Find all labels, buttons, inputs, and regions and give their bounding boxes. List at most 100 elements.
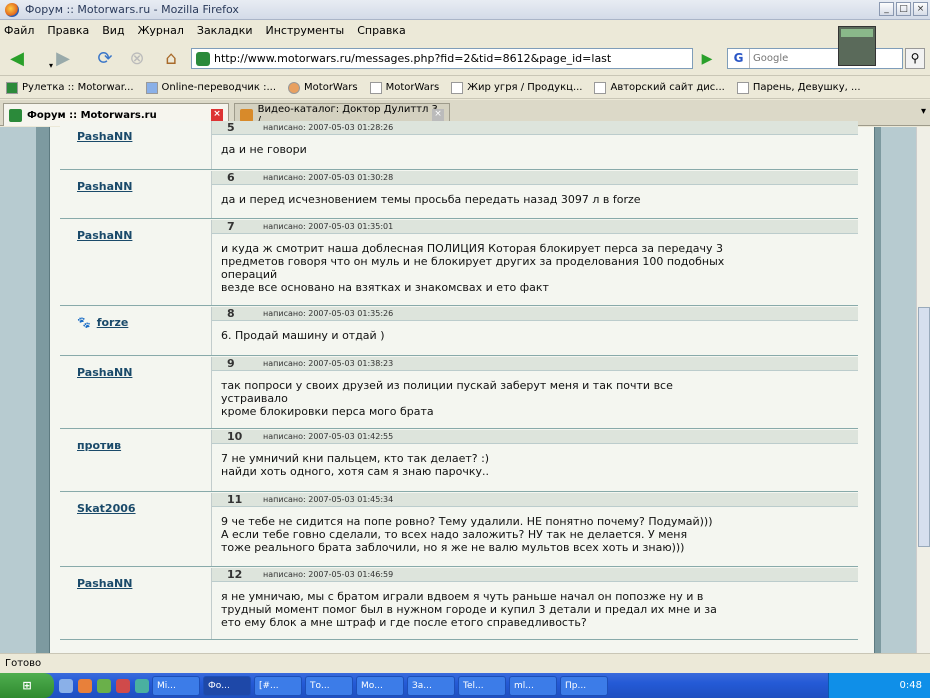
back-button[interactable]: ◀ bbox=[6, 47, 28, 69]
post-body: да и не говори bbox=[221, 143, 307, 156]
taskbar-button[interactable]: Фо... bbox=[203, 675, 251, 696]
start-button[interactable]: ⊞ bbox=[0, 673, 54, 698]
post-number: 8 bbox=[227, 307, 235, 320]
tab-list-icon[interactable]: ▾ bbox=[921, 106, 926, 117]
address-bar[interactable]: http://www.motorwars.ru/messages.php?fid… bbox=[191, 48, 693, 69]
menu-help[interactable]: Справка bbox=[357, 24, 405, 37]
bookmarks-toolbar: Рулетка :: Motorwar... Online-переводчик… bbox=[0, 77, 930, 99]
tab-favicon-icon bbox=[240, 108, 253, 122]
bookmark-item[interactable]: Online-переводчик :... bbox=[145, 81, 276, 94]
page-icon bbox=[594, 81, 607, 94]
post-body: да и перед исчезновением темы просьба пе… bbox=[221, 193, 641, 206]
post-author-link[interactable]: PashaNN bbox=[77, 180, 132, 193]
post-body: 9 че тебе не сидится на попе ровно? Тему… bbox=[221, 515, 713, 554]
bookmark-icon bbox=[145, 81, 158, 94]
bookmark-item[interactable]: MotorWars bbox=[288, 81, 358, 94]
scrollbar-thumb[interactable] bbox=[918, 307, 930, 547]
bookmark-icon bbox=[6, 81, 18, 94]
quicklaunch-icon[interactable] bbox=[78, 678, 92, 693]
address-url: http://www.motorwars.ru/messages.php?fid… bbox=[214, 52, 612, 65]
post-number: 11 bbox=[227, 493, 243, 506]
post-author-link[interactable]: PashaNN bbox=[77, 229, 132, 242]
quicklaunch-icon[interactable] bbox=[59, 678, 73, 693]
window-title: Форум :: Motorwars.ru - Mozilla Firefox bbox=[25, 3, 239, 16]
reload-button[interactable]: ⟳ bbox=[94, 47, 116, 69]
taskbar-button[interactable]: Пр... bbox=[560, 675, 608, 696]
taskbar-button[interactable]: [#... bbox=[254, 675, 302, 696]
post-author-link[interactable]: Skat2006 bbox=[77, 502, 136, 515]
system-tray: 0:48 bbox=[828, 673, 930, 698]
page-icon bbox=[369, 81, 382, 94]
post-author-link[interactable]: forze bbox=[97, 316, 129, 329]
maximize-button[interactable]: □ bbox=[896, 2, 911, 16]
bookmark-item[interactable]: Парень, Девушку, ... bbox=[736, 81, 861, 94]
menu-bookmarks[interactable]: Закладки bbox=[197, 24, 253, 37]
tab-favicon-icon bbox=[9, 108, 22, 122]
post-date: написано: 2007-05-03 01:35:26 bbox=[263, 309, 394, 318]
taskbar: ⊞ Mi... Фо... [#... То... Мо... За... Te… bbox=[0, 673, 930, 698]
forum-post: PashaNN 7 написано: 2007-05-03 01:35:01 и… bbox=[60, 220, 858, 306]
menu-history[interactable]: Журнал bbox=[138, 24, 184, 37]
post-number: 5 bbox=[227, 121, 235, 134]
forum-post: PashaNN 12 написано: 2007-05-03 01:46:59 … bbox=[60, 568, 858, 640]
vertical-scrollbar[interactable] bbox=[916, 127, 930, 653]
quicklaunch-icon[interactable] bbox=[135, 678, 149, 693]
minimize-button[interactable]: _ bbox=[879, 2, 894, 16]
quicklaunch-icon[interactable] bbox=[116, 678, 130, 693]
bookmark-item[interactable]: Жир угря / Продукц... bbox=[451, 81, 582, 94]
paw-icon: 🐾 bbox=[77, 316, 91, 329]
post-number: 9 bbox=[227, 357, 235, 370]
post-number: 10 bbox=[227, 430, 243, 443]
clock: 0:48 bbox=[899, 680, 922, 691]
quicklaunch-icon[interactable] bbox=[97, 678, 111, 693]
close-window-button[interactable]: × bbox=[913, 2, 928, 16]
bookmark-item[interactable]: MotorWars bbox=[369, 81, 439, 94]
menu-tools[interactable]: Инструменты bbox=[266, 24, 345, 37]
go-button[interactable]: ▶ bbox=[697, 48, 717, 69]
post-date: написано: 2007-05-03 01:46:59 bbox=[263, 570, 394, 579]
post-author-link[interactable]: PashaNN bbox=[77, 366, 132, 379]
post-number: 7 bbox=[227, 220, 235, 233]
post-date: написано: 2007-05-03 01:42:55 bbox=[263, 432, 394, 441]
forward-button[interactable]: ▶ bbox=[52, 47, 74, 69]
post-date: написано: 2007-05-03 01:30:28 bbox=[263, 173, 394, 182]
taskbar-button[interactable]: ml... bbox=[509, 675, 557, 696]
post-body: 6. Продай машину и отдай ) bbox=[221, 329, 385, 342]
bookmark-item[interactable]: Авторский сайт дис... bbox=[594, 81, 725, 94]
search-engine-icon[interactable]: G bbox=[728, 49, 750, 68]
title-bar: Форум :: Motorwars.ru - Mozilla Firefox … bbox=[0, 0, 930, 20]
post-date: написано: 2007-05-03 01:28:26 bbox=[263, 123, 394, 132]
menu-edit[interactable]: Правка bbox=[47, 24, 89, 37]
menu-view[interactable]: Вид bbox=[102, 24, 124, 37]
forum-post: против 10 написано: 2007-05-03 01:42:55 7… bbox=[60, 430, 858, 492]
close-tab-icon[interactable]: × bbox=[211, 109, 223, 121]
status-text: Готово bbox=[5, 658, 42, 669]
post-body: так попроси у своих друзей из полиции пу… bbox=[221, 379, 673, 418]
search-bar: G bbox=[727, 48, 903, 69]
post-number: 6 bbox=[227, 171, 235, 184]
menu-file[interactable]: Файл bbox=[4, 24, 34, 37]
post-author-link[interactable]: PashaNN bbox=[77, 130, 132, 143]
post-body: 7 не умничий кни пальцем, кто так делает… bbox=[221, 452, 490, 478]
post-date: написано: 2007-05-03 01:35:01 bbox=[263, 222, 394, 231]
post-date: написано: 2007-05-03 01:38:23 bbox=[263, 359, 394, 368]
status-bar: Готово bbox=[0, 653, 930, 673]
taskbar-button[interactable]: Мо... bbox=[356, 675, 404, 696]
stop-button[interactable]: ⊗ bbox=[126, 47, 148, 69]
home-button[interactable]: ⌂ bbox=[160, 47, 182, 69]
taskbar-button[interactable]: Tel... bbox=[458, 675, 506, 696]
taskbar-button[interactable]: Mi... bbox=[152, 675, 200, 696]
firefox-icon bbox=[5, 2, 19, 17]
bookmark-item[interactable]: Рулетка :: Motorwar... bbox=[6, 81, 134, 94]
menu-bar: Файл Правка Вид Журнал Закладки Инструме… bbox=[0, 20, 930, 40]
post-body: я не умничаю, мы с братом играли вдвоем … bbox=[221, 590, 717, 629]
forum-post: PashaNN 5 написано: 2007-05-03 01:28:26 д… bbox=[60, 121, 858, 170]
taskbar-button[interactable]: За... bbox=[407, 675, 455, 696]
taskbar-button[interactable]: То... bbox=[305, 675, 353, 696]
post-author-link[interactable]: PashaNN bbox=[77, 577, 132, 590]
post-number: 12 bbox=[227, 568, 243, 581]
post-author-link[interactable]: против bbox=[77, 439, 121, 452]
post-date: написано: 2007-05-03 01:45:34 bbox=[263, 495, 394, 504]
close-tab-icon[interactable]: × bbox=[432, 109, 444, 121]
search-button[interactable]: ⚲ bbox=[905, 48, 925, 69]
